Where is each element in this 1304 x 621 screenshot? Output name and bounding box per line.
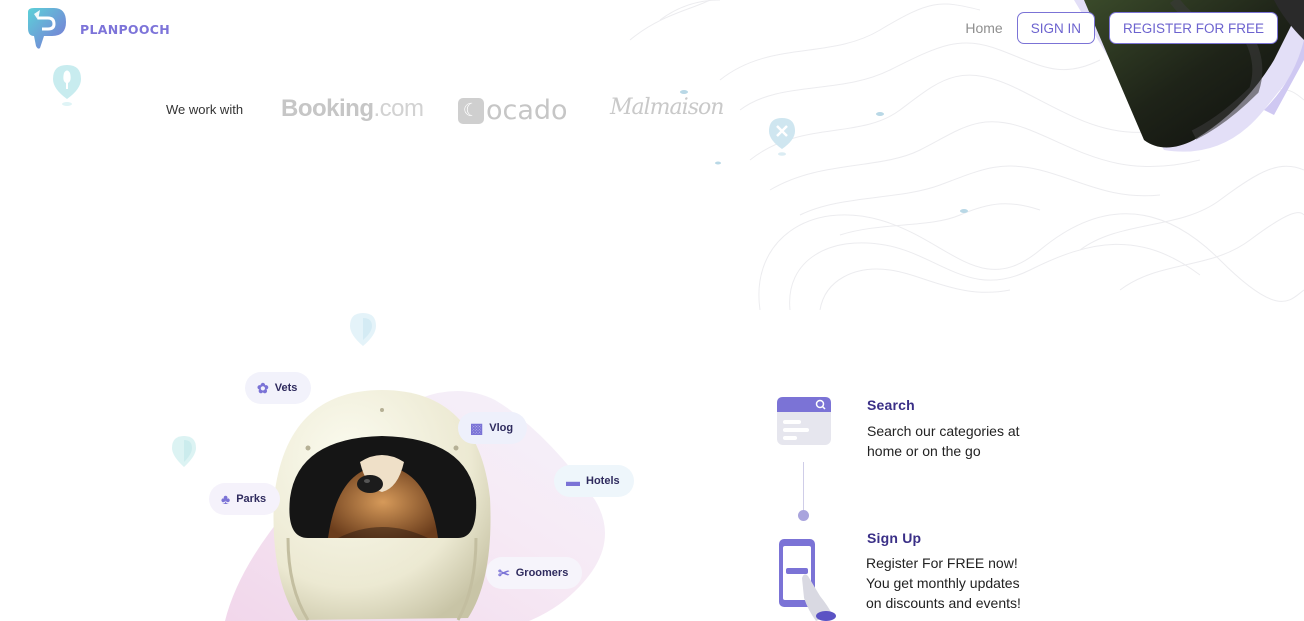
scissors-icon: ✂ — [498, 564, 510, 581]
step-search-title: Search — [867, 397, 915, 413]
category-label: Vets — [274, 382, 298, 394]
category-label: Parks — [236, 493, 267, 505]
nav-home-link[interactable]: Home — [965, 20, 1002, 36]
tree-icon: ♣ — [221, 491, 231, 507]
ocado-mark-icon: ☾ — [458, 97, 484, 124]
booking-logo-suffix: .com — [373, 95, 425, 122]
planpooch-logo-icon — [28, 8, 66, 49]
sign-in-button[interactable]: SIGN IN — [1016, 12, 1095, 44]
step-search-desc: Search our categories at home or on the … — [867, 423, 1020, 459]
category-vlog[interactable]: ▩ Vlog — [458, 412, 528, 444]
step-signup-title: Sign Up — [867, 530, 922, 546]
location-pin-icon — [350, 313, 376, 346]
category-hotels[interactable]: ▬ Hotels — [554, 465, 634, 497]
top-nav: Home SIGN IN REGISTER FOR FREE — [965, 12, 1278, 44]
phone-signup-icon — [779, 539, 836, 621]
malmaison-logo-text: Malmaison — [610, 95, 724, 120]
paw-icon: ✿ — [257, 379, 269, 396]
category-vets[interactable]: ✿ Vets — [245, 372, 312, 404]
ocado-logo: ☾ ocado — [458, 95, 568, 126]
booking-logo: Booking.com — [281, 95, 424, 123]
partners-label: We work with — [166, 102, 244, 117]
close-pin-icon — [769, 118, 795, 156]
bed-icon: ▬ — [566, 473, 580, 489]
category-label: Hotels — [586, 475, 620, 487]
tree-pin-icon — [53, 65, 81, 106]
malmaison-logo: Malmaison — [610, 95, 724, 120]
search-browser-icon — [777, 397, 831, 445]
ocado-logo-text: ocado — [486, 95, 568, 126]
step-signup-desc: Register For FREE now! You get monthly u… — [866, 555, 1021, 611]
steps-connector — [803, 462, 804, 512]
register-button[interactable]: REGISTER FOR FREE — [1108, 12, 1278, 44]
location-pin-icon-2 — [172, 436, 196, 467]
booking-logo-main: Booking — [281, 95, 374, 122]
category-groomers[interactable]: ✂ Groomers — [486, 557, 583, 589]
category-label: Groomers — [515, 567, 569, 579]
category-label: Vlog — [489, 422, 514, 434]
category-parks[interactable]: ♣ Parks — [209, 483, 281, 515]
steps-connector-dot — [798, 510, 809, 521]
brand-logo[interactable]: PLANPOOCH — [24, 8, 170, 50]
brand-name: PLANPOOCH — [80, 21, 171, 37]
video-icon: ▩ — [470, 419, 484, 436]
